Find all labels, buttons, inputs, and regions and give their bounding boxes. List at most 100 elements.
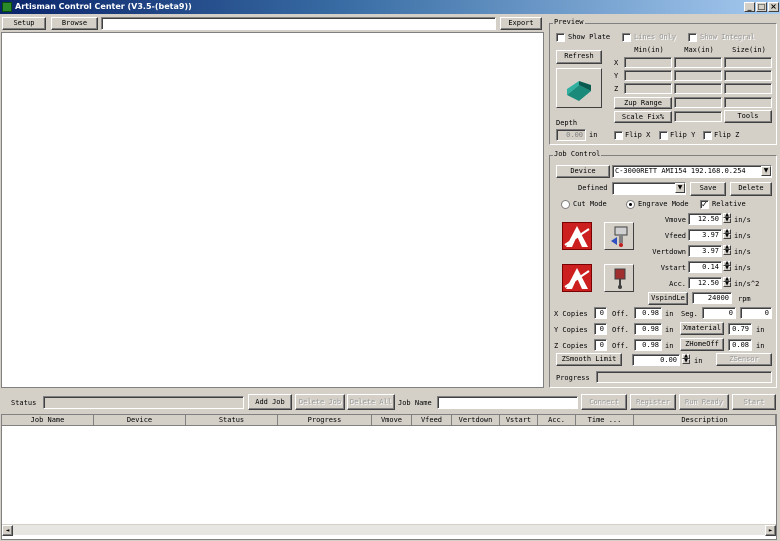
column-header[interactable]: Progress (278, 415, 372, 426)
flip-x-checkbox[interactable] (614, 131, 623, 140)
minimize-button[interactable]: _ (744, 2, 755, 12)
device-dropdown-arrow-icon[interactable]: ▼ (761, 166, 771, 176)
zhomeoff-button[interactable]: ZHomeOff (680, 338, 724, 351)
column-header[interactable]: Device (94, 415, 186, 426)
col-size-header: Size(in) (732, 46, 766, 54)
browse-button[interactable]: Browse (51, 17, 98, 30)
start-button[interactable]: Start (732, 394, 776, 410)
depth-input[interactable]: 0.00 (556, 129, 586, 141)
vspindle-input[interactable]: 24000 (692, 292, 732, 304)
lines-only-checkbox[interactable] (622, 33, 631, 42)
column-header[interactable]: Job Name (2, 415, 94, 426)
title-bar: Artisman Control Center (V3.5-(beta9)) _… (0, 0, 780, 14)
progress-bar (596, 371, 772, 383)
vstart-spinner[interactable]: ▲ ▼ (723, 261, 731, 272)
vmove-label: Vmove (664, 216, 686, 224)
spindle-tool-button[interactable] (604, 222, 634, 250)
xmaterial-button[interactable]: Xmaterial (680, 322, 724, 335)
x-min-field (624, 57, 672, 68)
flip-z-checkbox[interactable] (703, 131, 712, 140)
vertdown-spinner[interactable]: ▲ ▼ (723, 245, 731, 256)
zsmooth-spinner[interactable]: ▲ ▼ (682, 354, 690, 365)
add-job-button[interactable]: Add Job (248, 394, 292, 410)
horizontal-scrollbar[interactable]: ◄ ► (2, 524, 776, 536)
defined-dropdown-arrow-icon[interactable]: ▼ (675, 183, 685, 193)
vfeed-spinner[interactable]: ▲ ▼ (723, 229, 731, 240)
export-button[interactable]: Export (500, 17, 542, 30)
column-header[interactable]: Vertdown (452, 415, 500, 426)
xmaterial-input[interactable]: 0.79 (728, 323, 752, 335)
save-button[interactable]: Save (690, 182, 726, 196)
delete-job-button[interactable]: Delete Job (295, 394, 345, 410)
flip-y-checkbox[interactable] (659, 131, 668, 140)
register-button[interactable]: Register (630, 394, 676, 410)
seg-input-1[interactable]: 0 (702, 307, 736, 319)
refresh-button[interactable]: Refresh (556, 50, 602, 64)
vfeed-input[interactable]: 3.97 (688, 229, 722, 241)
job-name-input[interactable] (437, 396, 578, 409)
vmove-spinner[interactable]: ▲ ▼ (723, 213, 731, 224)
vspindle-unit: rpm (738, 295, 751, 303)
show-plate-label: Show Plate (568, 33, 611, 41)
connect-button[interactable]: Connect (581, 394, 627, 410)
z-copies-input[interactable]: 0 (594, 339, 607, 351)
cut-mode-label: Cut Mode (573, 200, 607, 208)
job-table[interactable]: Job Name Device Status Progress Vmove Vfeed Ve… (1, 414, 777, 540)
vertdown-input[interactable]: 3.97 (688, 245, 722, 257)
acc-input[interactable]: 12.50 (688, 277, 722, 289)
delete-all-button[interactable]: Delete All (347, 394, 395, 410)
y-copies-input[interactable]: 0 (594, 323, 607, 335)
status-field (43, 396, 244, 409)
y-off-unit: in (665, 326, 674, 334)
show-plate-checkbox[interactable] (556, 33, 565, 42)
column-header[interactable]: Acc. (538, 415, 576, 426)
column-header[interactable]: Time ... (576, 415, 634, 426)
show-integral-checkbox[interactable] (688, 33, 697, 42)
preview-3d-button[interactable] (556, 68, 602, 108)
preview-canvas[interactable] (1, 32, 544, 388)
device-select[interactable]: C-3000RETT AMI154 192.168.0.254 (612, 165, 772, 178)
vmove-unit: in/s (734, 216, 751, 224)
column-header[interactable]: Status (186, 415, 278, 426)
relative-checkbox[interactable]: ✓ (700, 200, 709, 209)
scale-fix-button[interactable]: Scale Fix% (614, 111, 672, 123)
y-off-input[interactable]: 0.98 (634, 323, 662, 335)
scroll-right-arrow-icon[interactable]: ► (765, 525, 776, 536)
z-off-input[interactable]: 0.98 (634, 339, 662, 351)
file-path-input[interactable] (101, 17, 496, 30)
zup-range-button[interactable]: Zup Range (614, 97, 672, 109)
vstart-input[interactable]: 0.14 (688, 261, 722, 273)
close-button[interactable]: × (768, 2, 779, 12)
zsensor-button[interactable]: ZSensor (716, 353, 772, 366)
x-copies-input[interactable]: 0 (594, 307, 607, 319)
window-title: Artisman Control Center (V3.5-(beta9)) (15, 2, 192, 11)
engrave-mode-radio[interactable] (626, 200, 635, 209)
zhomeoff-input[interactable]: 0.08 (728, 339, 752, 351)
vmove-input[interactable]: 12.50 (688, 213, 722, 225)
zsmooth-limit-input[interactable]: 0.00 (632, 354, 680, 366)
column-header[interactable]: Vmove (372, 415, 412, 426)
laser-a-icon-bottom[interactable] (562, 264, 592, 292)
vspindle-button[interactable]: VspindLe (648, 292, 688, 305)
scroll-left-arrow-icon[interactable]: ◄ (2, 525, 13, 536)
x-off-input[interactable]: 0.98 (634, 307, 662, 319)
acc-spinner[interactable]: ▲ ▼ (723, 277, 731, 288)
column-header[interactable]: Description (634, 415, 776, 426)
delete-preset-button[interactable]: Delete (730, 182, 772, 196)
sensor-tool-button[interactable] (604, 264, 634, 292)
column-header[interactable]: Vfeed (412, 415, 452, 426)
tools-button[interactable]: Tools (724, 110, 772, 123)
depth-unit: in (589, 131, 598, 139)
column-header[interactable]: Vstart (500, 415, 538, 426)
zsmooth-limit-button[interactable]: ZSmooth Limit (556, 353, 622, 366)
setup-button[interactable]: Setup (2, 17, 46, 30)
acc-label: Acc. (669, 280, 686, 288)
cut-mode-radio[interactable] (561, 200, 570, 209)
z-off-unit: in (665, 342, 674, 350)
device-button[interactable]: Device (556, 165, 610, 178)
run-ready-button[interactable]: Run Ready (679, 394, 729, 410)
seg-input-2[interactable]: 0 (740, 307, 772, 319)
maximize-button[interactable]: □ (756, 2, 767, 12)
laser-a-icon-top[interactable] (562, 222, 592, 250)
flip-z-label: Flip Z (714, 131, 740, 139)
